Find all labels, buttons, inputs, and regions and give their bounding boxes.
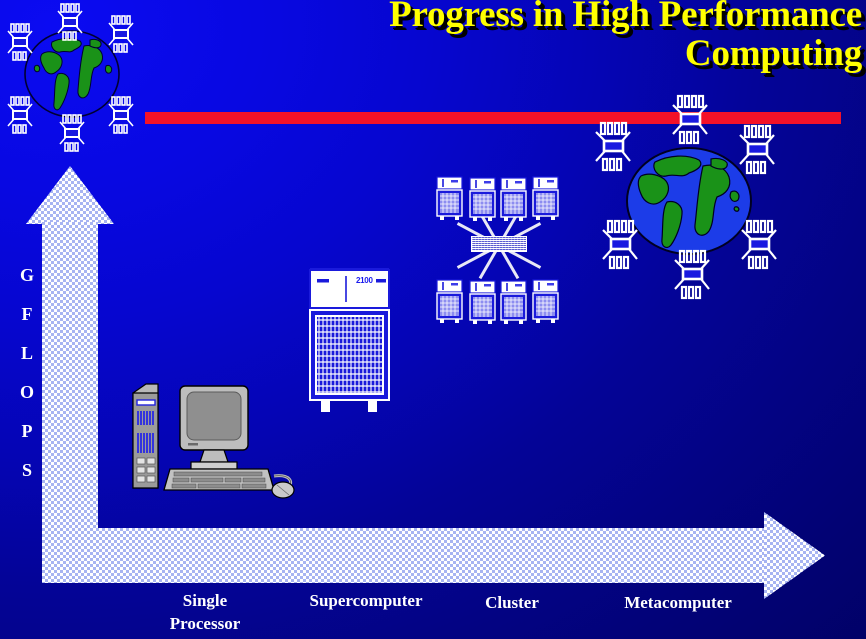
cpu-chip-icon	[108, 15, 134, 53]
cluster-node	[500, 177, 527, 221]
cluster-diagram	[432, 176, 564, 324]
supercomputer-model-label: 2100	[356, 276, 373, 285]
cpu-chip-icon	[602, 219, 638, 270]
y-axis-label-gflops: G F L O P S	[14, 266, 40, 500]
x-axis-label-metacomputer: Metacomputer	[624, 593, 732, 612]
slide-canvas: Progress in High Performance Computing G…	[0, 0, 866, 639]
cpu-chip-icon	[7, 96, 33, 134]
cluster-node	[436, 176, 463, 220]
desktop-computer-icon	[132, 383, 295, 499]
x-axis-label-cluster: Cluster	[485, 593, 539, 612]
title-line-2: Computing	[684, 33, 862, 74]
cpu-chip-icon	[108, 96, 134, 134]
cluster-node	[469, 177, 496, 221]
page-title: Progress in High Performance Computing	[322, 0, 862, 72]
cluster-node	[469, 280, 496, 324]
cluster-switch-icon	[471, 236, 527, 252]
cpu-chip-icon	[7, 23, 33, 61]
cpu-chip-icon	[741, 219, 777, 270]
cpu-chip-icon	[672, 94, 708, 145]
cpu-chip-icon	[57, 3, 83, 41]
y-axis-letter: L	[20, 343, 33, 363]
y-axis-letter: O	[19, 382, 34, 402]
y-axis-arrow-head	[26, 166, 114, 224]
cluster-node	[500, 280, 527, 324]
x-axis-arrow-head	[764, 512, 825, 599]
y-axis-letter: S	[21, 460, 32, 480]
title-line-1: Progress in High Performance	[389, 0, 862, 35]
x-axis-label-single-processor: Single Processor	[169, 591, 241, 633]
cpu-chip-icon	[674, 249, 710, 300]
y-axis-letter: F	[21, 304, 33, 324]
cpu-chip-icon	[59, 114, 85, 152]
x-axis-arrow-shaft	[42, 528, 766, 583]
x-axis-label-supercomputer: Supercomputer	[309, 591, 423, 610]
y-axis-letter: P	[21, 421, 33, 441]
cpu-chip-icon	[595, 121, 631, 172]
cluster-node	[436, 279, 463, 323]
cluster-node	[532, 279, 559, 323]
y-axis-letter: G	[19, 265, 34, 285]
cluster-node	[532, 176, 559, 220]
cpu-chip-icon	[739, 124, 775, 175]
supercomputer-icon: 2100	[308, 268, 392, 421]
